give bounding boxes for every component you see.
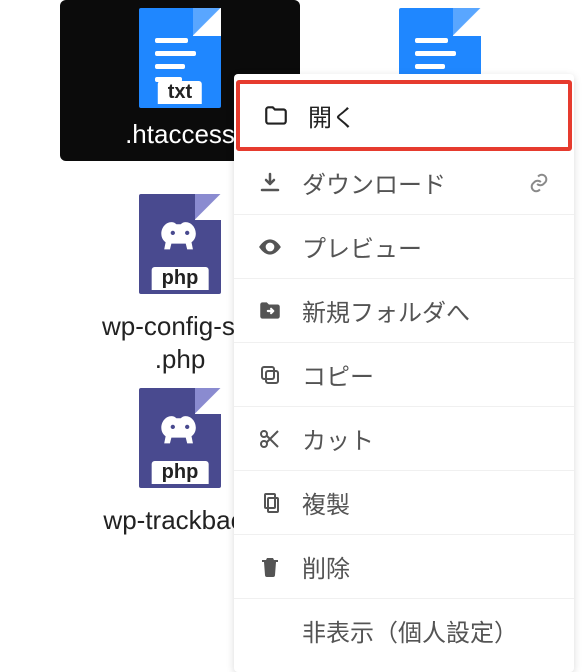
menu-label: 新規フォルダへ (302, 293, 470, 328)
menu-item-hide[interactable]: 非表示（個人設定） (234, 599, 574, 662)
menu-label: 非表示（個人設定） (302, 613, 518, 648)
menu-label: コピー (302, 357, 374, 392)
menu-item-download[interactable]: ダウンロード (234, 151, 574, 215)
scissors-icon (256, 425, 284, 453)
menu-label: 削除 (302, 549, 350, 584)
eye-icon (256, 233, 284, 261)
folder-arrow-icon (256, 297, 284, 325)
folder-open-icon (262, 102, 290, 130)
menu-item-preview[interactable]: プレビュー (234, 215, 574, 279)
file-badge: txt (158, 81, 202, 104)
menu-item-delete[interactable]: 削除 (234, 535, 574, 599)
menu-item-duplicate[interactable]: 複製 (234, 471, 574, 535)
menu-item-open[interactable]: 開く (236, 80, 572, 151)
copy-icon (256, 361, 284, 389)
link-icon (526, 170, 552, 196)
txt-file-icon: txt (139, 8, 221, 108)
menu-label: 複製 (302, 485, 350, 520)
context-menu: 開く ダウンロード プレビュー (234, 74, 574, 672)
menu-label: プレビュー (302, 229, 422, 264)
menu-item-cut[interactable]: カット (234, 407, 574, 471)
menu-label: ダウンロード (302, 165, 446, 200)
php-file-icon: php (139, 388, 221, 488)
file-badge: php (152, 461, 209, 484)
download-icon (256, 169, 284, 197)
duplicate-icon (256, 489, 284, 517)
php-file-icon: php (139, 194, 221, 294)
menu-item-copy[interactable]: コピー (234, 343, 574, 407)
file-name: .htaccess (125, 118, 235, 151)
menu-item-newfolder[interactable]: 新規フォルダへ (234, 279, 574, 343)
menu-label: 開く (308, 98, 356, 133)
file-badge: php (152, 267, 209, 290)
trash-icon (256, 553, 284, 581)
menu-label: カット (302, 421, 374, 456)
